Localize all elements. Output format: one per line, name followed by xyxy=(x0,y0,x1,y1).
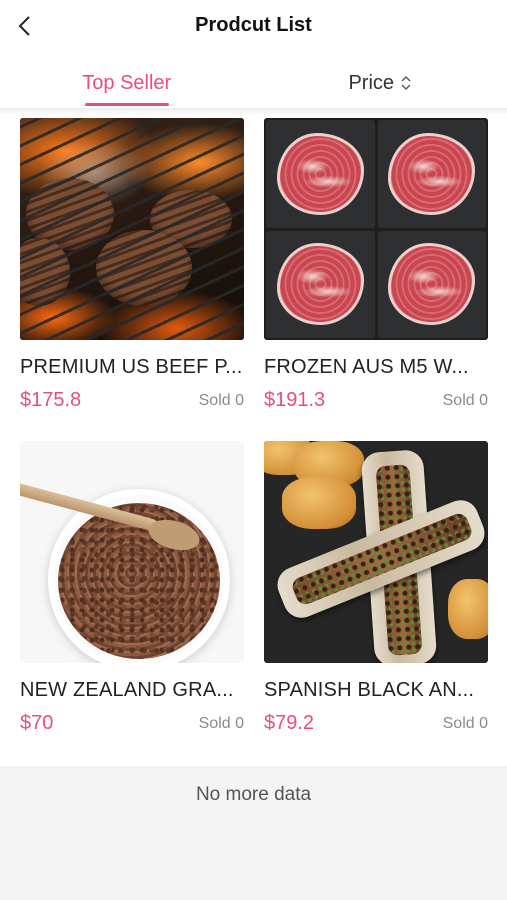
product-sold-count: Sold 0 xyxy=(442,391,488,409)
product-sold-count: Sold 0 xyxy=(198,391,244,409)
product-card[interactable]: PREMIUM US BEEF P... $175.8 Sold 0 xyxy=(20,118,244,441)
product-image xyxy=(264,441,488,663)
product-grid: PREMIUM US BEEF P... $175.8 Sold 0 FROZE… xyxy=(20,118,488,764)
product-sold-count: Sold 0 xyxy=(442,714,488,732)
product-price: $191.3 xyxy=(264,389,326,411)
list-footer: No more data xyxy=(0,766,507,900)
product-image xyxy=(20,118,244,340)
tab-bar: Top Seller Price xyxy=(0,58,507,108)
tab-price[interactable]: Price xyxy=(254,58,507,108)
product-price: $70 xyxy=(20,712,54,734)
product-image xyxy=(264,118,488,340)
product-price: $175.8 xyxy=(20,389,82,411)
product-name: NEW ZEALAND GRA... xyxy=(20,679,234,701)
product-image xyxy=(20,441,244,663)
tab-top-seller-label: Top Seller xyxy=(82,71,172,94)
product-sold-count: Sold 0 xyxy=(198,714,244,732)
sort-arrows-icon xyxy=(400,75,412,91)
product-card[interactable]: SPANISH BLACK AN... $79.2 Sold 0 xyxy=(264,441,488,764)
tab-top-seller[interactable]: Top Seller xyxy=(0,58,254,108)
tab-divider xyxy=(0,108,507,116)
product-name: PREMIUM US BEEF P... xyxy=(20,356,243,378)
page-title: Prodcut List xyxy=(195,14,312,36)
product-card[interactable]: FROZEN AUS M5 W... $191.3 Sold 0 xyxy=(264,118,488,441)
product-price: $79.2 xyxy=(264,712,315,734)
product-name: FROZEN AUS M5 W... xyxy=(264,356,469,378)
product-card[interactable]: NEW ZEALAND GRA... $70 Sold 0 xyxy=(20,441,244,764)
product-name: SPANISH BLACK AN... xyxy=(264,679,475,701)
header: Prodcut List xyxy=(0,0,507,56)
active-tab-indicator xyxy=(84,103,169,106)
tab-price-label: Price xyxy=(348,71,395,94)
no-more-data-label: No more data xyxy=(195,784,312,805)
